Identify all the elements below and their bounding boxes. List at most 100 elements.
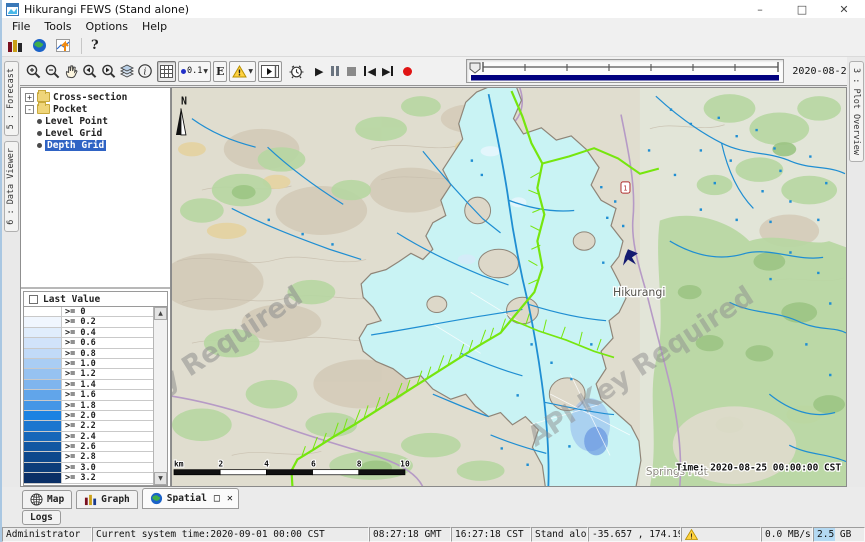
- legend-row: >= 1.0: [24, 359, 153, 369]
- play-button[interactable]: ▶: [315, 61, 323, 82]
- legend-rows: >= 0 >= 0.2: [24, 307, 153, 484]
- grid-toggle-button[interactable]: [157, 61, 176, 82]
- title-bar: Hikurangi FEWS (Stand alone) – □ ✕: [2, 0, 865, 18]
- spatial-side-panel: + Cross-section - Pocket Level Point: [20, 87, 171, 487]
- legend-value: >= 0.6: [62, 338, 153, 347]
- legend-row: >= 0: [24, 307, 153, 317]
- help-button[interactable]: ?: [91, 38, 99, 53]
- status-download-rate: 0.0 MB/s: [761, 527, 813, 542]
- legend-row: >= 2.2: [24, 421, 153, 431]
- tree-node-level-point[interactable]: Level Point: [25, 115, 170, 127]
- pause-button[interactable]: [331, 61, 339, 82]
- maximize-button[interactable]: □: [781, 0, 823, 18]
- chevron-down-icon: ▼: [203, 68, 208, 75]
- pan-hand-icon[interactable]: [63, 61, 79, 82]
- status-user: Administrator: [2, 527, 92, 542]
- scroll-up-icon[interactable]: ▲: [154, 307, 167, 320]
- layers-icon[interactable]: [119, 61, 135, 82]
- legend-row: >= 1.8: [24, 401, 153, 411]
- legend-row: >= 2.0: [24, 411, 153, 421]
- time-slider[interactable]: [466, 59, 784, 83]
- legend-row: >= 2.8: [24, 452, 153, 462]
- record-button[interactable]: [403, 61, 412, 82]
- tree-node-cross-section[interactable]: + Cross-section: [25, 91, 170, 103]
- menu-help[interactable]: Help: [135, 19, 174, 34]
- legend-row: >= 0.2: [24, 317, 153, 327]
- svg-text:4: 4: [264, 460, 269, 469]
- svg-text:!: !: [689, 532, 693, 540]
- app-icon: [6, 3, 19, 16]
- database-display-icon[interactable]: [7, 38, 23, 53]
- tab-plot-overview[interactable]: 3 : Plot Overview: [849, 61, 864, 162]
- tab-map[interactable]: Map: [22, 490, 72, 509]
- tab-graph[interactable]: Graph: [76, 490, 138, 509]
- map-view[interactable]: API Key Required: [171, 87, 847, 487]
- collapse-icon[interactable]: -: [25, 105, 34, 114]
- legend-swatch: [24, 463, 62, 472]
- menu-file[interactable]: File: [5, 19, 37, 34]
- legend-swatch: [24, 432, 62, 441]
- tab-forecast[interactable]: 5 : Forecast: [4, 61, 19, 136]
- last-value-checkbox[interactable]: [29, 295, 38, 304]
- zoom-out-icon[interactable]: [44, 61, 61, 82]
- legend-value: >= 2.6: [62, 442, 153, 451]
- menu-options[interactable]: Options: [79, 19, 135, 34]
- right-tab-strip: 3 : Plot Overview: [847, 57, 865, 487]
- folder-icon: [37, 104, 50, 114]
- warning-dropdown[interactable]: ! ▼: [229, 61, 256, 82]
- legend-value: >= 1.4: [62, 380, 153, 389]
- tree-node-pocket[interactable]: - Pocket: [25, 103, 170, 115]
- spatial-globe-icon: [150, 492, 163, 505]
- warning-icon: !: [232, 65, 247, 78]
- close-panel-icon[interactable]: ✕: [227, 493, 233, 504]
- tab-data-viewer[interactable]: 6 : Data Viewer: [4, 141, 19, 232]
- zoom-previous-icon[interactable]: [81, 61, 98, 82]
- legend-swatch: [24, 369, 62, 378]
- legend-value: >= 1.0: [62, 359, 153, 368]
- tree-node-depth-grid[interactable]: Depth Grid: [25, 139, 170, 151]
- animation-button[interactable]: [258, 61, 282, 82]
- legend-scrollbar[interactable]: ▲ ▼: [153, 307, 167, 485]
- legend-swatch: [24, 421, 62, 430]
- legend-value: >= 0: [62, 307, 153, 316]
- legend-value: >= 0.4: [62, 328, 153, 337]
- interval-dropdown[interactable]: 0.1 ▼: [178, 61, 211, 82]
- legend-value: >= 0.2: [62, 317, 153, 326]
- zoom-in-icon[interactable]: [25, 61, 42, 82]
- time-settings-icon[interactable]: [288, 61, 305, 82]
- legend-row: >= 1.2: [24, 369, 153, 379]
- tree-node-level-grid[interactable]: Level Grid: [25, 127, 170, 139]
- expand-icon[interactable]: +: [25, 93, 34, 102]
- skip-to-start-button[interactable]: ◀: [364, 61, 375, 82]
- status-warning-cell[interactable]: !: [681, 527, 761, 542]
- map-display-icon[interactable]: [32, 38, 47, 53]
- legend-swatch: [24, 349, 62, 358]
- legend-swatch: [24, 473, 62, 482]
- legend-swatch: [24, 401, 62, 410]
- status-system-time: Current system time:2020-09-01 00:00 CST: [92, 527, 369, 542]
- status-mode: Stand alone: [531, 527, 588, 542]
- zoom-next-icon[interactable]: [100, 61, 117, 82]
- float-panel-icon[interactable]: □: [214, 493, 220, 504]
- stop-button[interactable]: [347, 61, 356, 82]
- town-label: Hikurangi: [613, 286, 665, 299]
- info-icon[interactable]: i: [137, 61, 153, 82]
- svg-text:2: 2: [218, 460, 223, 469]
- scroll-down-icon[interactable]: ▼: [154, 472, 167, 485]
- logs-button[interactable]: Logs: [22, 510, 61, 525]
- close-button[interactable]: ✕: [823, 0, 865, 18]
- folder-icon: [37, 92, 50, 102]
- tab-spatial[interactable]: Spatial □ ✕: [142, 488, 239, 509]
- status-local-time: 16:27:18 CST: [451, 527, 531, 542]
- timeseries-display-icon[interactable]: [56, 38, 72, 53]
- last-value-label: Last Value: [43, 294, 100, 305]
- legend-value: >= 1.8: [62, 401, 153, 410]
- legend-panel: Last Value >= 0: [21, 289, 170, 486]
- skip-to-end-button[interactable]: ▶: [382, 61, 393, 82]
- minimize-button[interactable]: –: [739, 0, 781, 18]
- legend-value: >= 0.8: [62, 349, 153, 358]
- menu-tools[interactable]: Tools: [37, 19, 78, 34]
- legend-row: >= 1.4: [24, 380, 153, 390]
- label-tool-button[interactable]: E: [213, 61, 227, 82]
- main-area: 5 : Forecast 6 : Data Viewer: [2, 57, 865, 487]
